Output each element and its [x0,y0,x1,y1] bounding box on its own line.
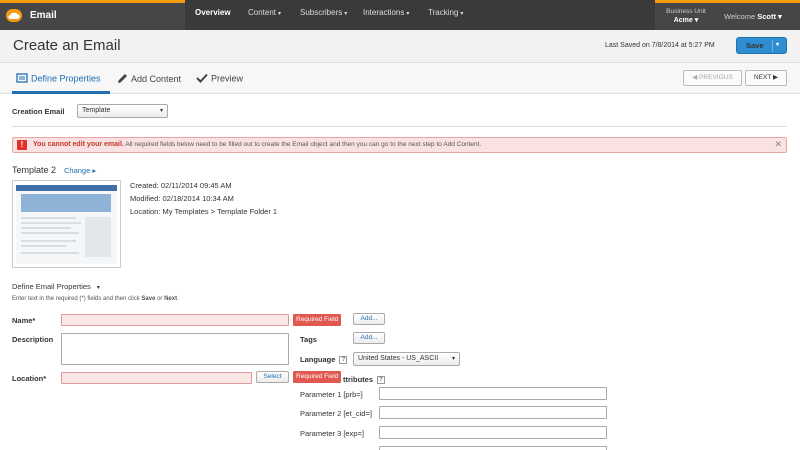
attributes-label: ttributes? [343,375,385,385]
change-template-link[interactable]: Change ▸ [64,166,96,175]
tags-label: Tags [300,335,317,344]
name-field[interactable] [61,314,289,326]
nav-content[interactable]: Content ▾ [248,8,281,17]
chevron-down-icon: ▾ [159,108,163,114]
error-alert: ! You cannot edit your email. All requir… [12,137,787,153]
app-title: Email [30,10,57,21]
nav-overview[interactable]: Overview [195,8,231,17]
cloud-logo-icon[interactable] [6,9,22,22]
name-label: Name* [12,316,36,325]
location-label: Location* [12,374,47,383]
home-icon [16,73,28,85]
thumb-header [16,185,117,191]
active-step-indicator [12,91,110,94]
step-define-properties[interactable]: Define Properties [16,73,101,85]
properties-instructions: Enter text in the required (*) fields an… [12,296,179,302]
wizard-steps: Define Properties Add Content Preview ◀ … [0,63,800,94]
save-dropdown-icon[interactable]: ▾ [776,41,779,48]
help-icon[interactable]: ? [377,376,385,385]
description-field[interactable] [61,333,289,365]
chevron-down-icon: ▾ [460,11,464,17]
properties-section-toggle[interactable]: Define Email Properties ▾ [12,282,100,291]
language-label: Language? [300,355,348,365]
previous-button[interactable]: ◀ PREVIOUS [683,70,742,86]
template-modified: Modified: 02/18/2014 10:34 AM [130,194,234,203]
nav-tracking[interactable]: Tracking ▾ [428,8,463,17]
checkmark-icon [196,73,208,85]
parameter-1-label: Parameter 1 [prb=] [300,390,363,399]
template-name: Template 2 [12,165,57,175]
next-button[interactable]: NEXT ▶ [745,70,787,86]
top-nav: Email Overview Content ▾ Subscribers ▾ Int… [0,0,800,30]
close-icon[interactable]: ✕ [774,139,782,150]
thumb-sidebar [85,217,111,257]
business-unit-switcher[interactable]: Business Unit Acme ▾ [656,7,716,25]
nav-interactions[interactable]: Interactions ▾ [363,8,409,17]
help-icon[interactable]: ? [339,356,348,365]
description-label: Description [12,335,54,344]
alert-message: You cannot edit your email. All required… [33,141,482,148]
user-menu[interactable]: Welcome Scott ▾ [724,12,782,21]
name-required-tag: Required Field [293,314,342,326]
location-field[interactable] [61,372,252,384]
step-add-content[interactable]: Add Content [117,73,181,86]
language-select[interactable]: United States - US_ASCII ▾ [353,352,460,366]
chevron-down-icon: ▾ [96,285,100,291]
step-preview[interactable]: Preview [196,73,243,85]
tags-add-button[interactable]: Add... [353,332,385,344]
parameter-3-field[interactable] [379,426,607,439]
creation-email-label: Creation Email [12,107,65,116]
parameter-2-label: Parameter 2 [et_cid=] [300,409,372,418]
name-add-button[interactable]: Add... [353,313,385,325]
page-title: Create an Email [13,37,121,54]
chevron-down-icon: ▾ [278,11,282,17]
creation-email-select[interactable]: Template ▾ [77,104,168,118]
parameter-1-field[interactable] [379,387,607,400]
parameter-3-label: Parameter 3 [exp=] [300,429,364,438]
last-saved-text: Last Saved on 7/8/2014 at 5:27 PM [605,42,715,49]
template-created: Created: 02/11/2014 09:45 AM [130,181,232,190]
template-thumbnail[interactable] [12,180,121,268]
chevron-down-icon: ▾ [406,11,410,17]
error-icon: ! [17,140,27,150]
location-select-button[interactable]: Select [256,371,289,383]
main-nav: Overview Content ▾ Subscribers ▾ Interacti… [185,0,655,30]
parameter-4-field[interactable] [379,446,607,450]
chevron-down-icon: ▾ [344,11,348,17]
page-header: Create an Email Last Saved on 7/8/2014 a… [0,30,800,63]
nav-subscribers[interactable]: Subscribers ▾ [300,8,347,17]
chevron-down-icon: ▾ [451,356,455,362]
save-button[interactable]: Save ▾ [736,37,787,54]
template-location: Location: My Templates > Template Folder… [130,207,278,216]
location-required-tag: Required Field [293,371,342,383]
thumb-banner [21,194,111,212]
parameter-2-field[interactable] [379,406,607,419]
pencil-icon [117,73,128,86]
divider [12,126,787,127]
